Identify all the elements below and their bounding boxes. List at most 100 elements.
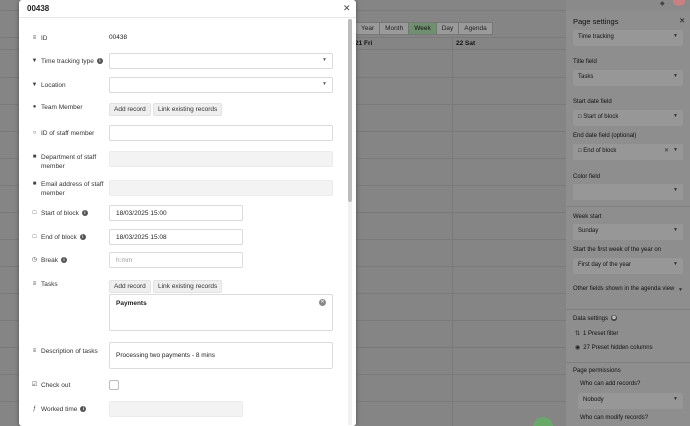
lookup-icon: ■	[32, 181, 37, 187]
source-table-select[interactable]: Time tracking ▼	[573, 30, 683, 46]
id-icon: ≡	[32, 35, 37, 41]
start-of-block-input[interactable]: 18/03/2025 15:00	[109, 205, 243, 221]
view-week-button[interactable]: Week	[408, 22, 437, 35]
view-year-button[interactable]: Year	[355, 22, 381, 35]
end-date-field-select[interactable]: □ End of block ✕ ▼	[573, 144, 683, 160]
chevron-down-icon: ▼	[673, 261, 678, 267]
modal-scrollbar[interactable]	[348, 19, 352, 425]
first-week-select[interactable]: First day of the year ▼	[573, 258, 683, 274]
view-day-button[interactable]: Day	[435, 22, 460, 35]
first-week-label: Start the first week of the year on	[573, 247, 662, 253]
end-date-field-label: End date field (optional)	[573, 133, 637, 139]
field-label: ■ Department of staff member	[32, 154, 97, 171]
panel-title: Page settings	[573, 17, 619, 26]
close-icon[interactable]: ✕	[679, 16, 685, 25]
team-member-add-record-button[interactable]: Add record	[109, 103, 151, 116]
email-field	[109, 180, 333, 196]
page-settings-panel: Page settings ✕ Time tracking ▼ Title fie…	[566, 10, 690, 426]
start-date-field-label: Start date field	[573, 99, 612, 105]
text-icon: ≡	[32, 348, 37, 354]
title-field-label: Title field	[573, 59, 597, 65]
formula-icon: ƒ	[32, 406, 37, 412]
field-label: ≡ Tasks	[32, 281, 58, 288]
add-fab-button[interactable]	[533, 417, 553, 426]
who-can-add-select[interactable]: Nobody ▼	[578, 393, 683, 409]
day-header: 21 Fri	[355, 40, 373, 47]
bg-day-column	[452, 37, 453, 426]
info-icon[interactable]: i	[79, 234, 86, 240]
field-label: ● Team Member	[32, 104, 83, 111]
calendar-icon: □	[32, 234, 37, 240]
team-member-link-records-button[interactable]: Link existing records	[153, 103, 223, 116]
modal-header: 00438 ✕	[19, 0, 356, 18]
week-start-label: Week start	[573, 214, 602, 220]
field-label: ▼ Time tracking type i	[31, 57, 103, 66]
panel-divider	[566, 362, 690, 363]
other-fields-label: Other fields shown in the agenda view	[573, 286, 675, 292]
chevron-down-icon: ▼	[673, 227, 678, 233]
week-start-select[interactable]: Sunday ▼	[573, 224, 683, 240]
worked-time-field	[109, 401, 243, 417]
chevron-down-icon[interactable]: ▼	[678, 287, 683, 293]
info-icon[interactable]: i	[80, 406, 87, 412]
info-icon[interactable]: i	[81, 210, 88, 216]
break-input[interactable]: h:mm	[109, 252, 243, 268]
field-label: ≡ Description of tasks	[32, 348, 98, 355]
id-value: 00438	[109, 34, 128, 41]
calendar-view-switcher: Year Month Week Day Agenda	[355, 22, 493, 35]
field-label: ■ Email address of staff member	[32, 181, 104, 198]
field-label: ≡ ID	[32, 35, 48, 42]
info-icon[interactable]: i	[96, 58, 103, 64]
chevron-down-icon: ▼	[673, 396, 678, 402]
who-can-modify-label: Who can modify records?	[580, 415, 649, 421]
time-tracking-type-select[interactable]: ▼	[109, 53, 333, 69]
check-out-checkbox[interactable]	[109, 380, 119, 390]
avatar[interactable]	[673, 0, 685, 6]
start-date-field-select[interactable]: □ Start of block ▼	[573, 110, 683, 126]
link-icon: ●	[32, 104, 37, 110]
description-textarea[interactable]: Processing two payments - 8 mins	[109, 342, 333, 369]
preset-hidden-columns-link[interactable]: ◉ 27 Preset hidden columns	[575, 344, 653, 352]
department-field	[109, 151, 333, 167]
field-label: ◷ Break i	[31, 256, 67, 265]
record-modal: 00438 ✕ ≡ ID 00438 ▼ Time tracking type i ▼…	[19, 0, 356, 426]
tasks-link-records-button[interactable]: Link existing records	[153, 280, 223, 293]
gear-icon[interactable]: ⚙	[611, 315, 618, 321]
end-of-block-input[interactable]: 18/03/2025 15:08	[109, 229, 243, 245]
link-icon: ≡	[32, 281, 37, 287]
linked-task-card[interactable]: Payments ✕	[109, 294, 333, 331]
bell-icon[interactable]: ◆	[660, 0, 665, 7]
lookup-icon: ■	[32, 154, 37, 160]
scroll-thumb[interactable]	[348, 19, 352, 202]
view-agenda-button[interactable]: Agenda	[458, 22, 493, 35]
color-field-select[interactable]: ▼	[573, 184, 683, 200]
chevron-down-icon: ▼	[673, 147, 678, 153]
field-label: ƒ Worked time i	[31, 405, 87, 414]
preset-filter-link[interactable]: ⇅ 1 Preset filter	[575, 330, 618, 338]
modal-title: 00438	[27, 4, 50, 13]
day-header: 22 Sat	[456, 40, 476, 47]
location-select[interactable]: ▼	[109, 77, 333, 93]
info-icon[interactable]: i	[60, 257, 67, 263]
remove-icon[interactable]: ✕	[319, 299, 326, 306]
close-icon[interactable]: ✕	[343, 3, 351, 14]
eye-icon: ◉	[575, 345, 581, 351]
field-label: □ Start of block i	[31, 209, 88, 218]
staff-id-field[interactable]	[109, 125, 333, 141]
panel-divider	[566, 309, 690, 310]
view-month-button[interactable]: Month	[379, 22, 410, 35]
checkbox-icon: ☑	[31, 382, 38, 388]
color-field-label: Color field	[573, 174, 601, 180]
filter-icon: ⇅	[575, 331, 581, 337]
field-label: ☑ Check out	[31, 382, 71, 389]
clear-icon[interactable]: ✕	[664, 147, 669, 154]
tasks-add-record-button[interactable]: Add record	[109, 280, 151, 293]
chevron-down-icon: ▼	[322, 57, 327, 63]
chevron-down-icon: ▼	[322, 81, 327, 87]
lookup-icon: ○	[32, 130, 37, 136]
chevron-down-icon: ▼	[673, 113, 678, 119]
clock-icon: ◷	[31, 257, 38, 263]
select-icon: ▼	[31, 58, 38, 64]
who-can-add-label: Who can add records?	[580, 381, 641, 387]
title-field-select[interactable]: Tasks ▼	[573, 70, 683, 86]
